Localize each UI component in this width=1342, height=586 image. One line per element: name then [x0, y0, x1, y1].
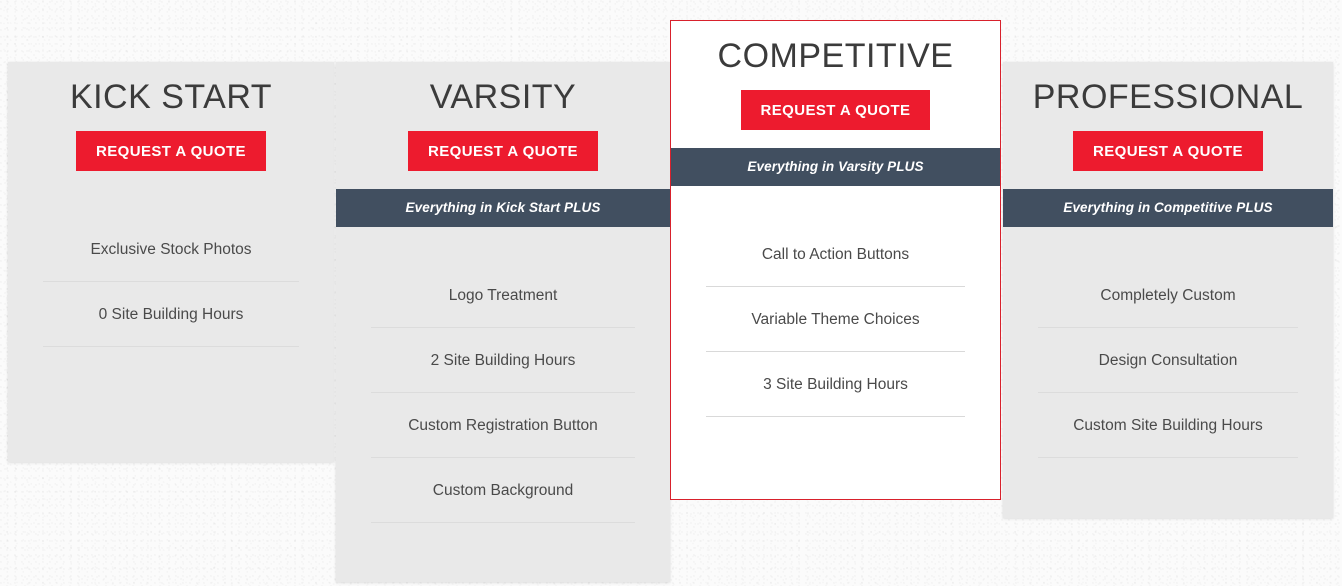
feature-item: Design Consultation: [1038, 328, 1298, 394]
feature-item: 0 Site Building Hours: [43, 282, 299, 348]
plan-gap-competitive: [671, 186, 1000, 222]
pricing-plan-kick-start: KICK START REQUEST A QUOTE Exclusive Sto…: [8, 62, 334, 462]
plus-bar-varsity: Everything in Kick Start PLUS: [336, 189, 670, 228]
plan-header-competitive: COMPETITIVE REQUEST A QUOTE: [671, 21, 1000, 131]
feature-item: 3 Site Building Hours: [706, 352, 965, 418]
plan-header-kick-start: KICK START REQUEST A QUOTE: [8, 62, 334, 172]
feature-list-competitive: Call to Action Buttons Variable Theme Ch…: [671, 222, 1000, 418]
feature-item: Custom Registration Button: [371, 393, 635, 459]
feature-item: Exclusive Stock Photos: [43, 217, 299, 283]
feature-item: Call to Action Buttons: [706, 222, 965, 288]
plan-title-competitive: COMPETITIVE: [717, 37, 954, 75]
plan-title-varsity: VARSITY: [429, 78, 577, 116]
plus-bar-competitive: Everything in Varsity PLUS: [671, 148, 1000, 187]
feature-item: Variable Theme Choices: [706, 287, 965, 353]
request-quote-button-kick-start[interactable]: REQUEST A QUOTE: [76, 131, 266, 172]
feature-list-professional: Completely Custom Design Consultation Cu…: [1003, 263, 1333, 459]
plan-gap-varsity: [336, 227, 670, 263]
feature-item: Logo Treatment: [371, 263, 635, 329]
plan-title-kick-start: KICK START: [69, 78, 273, 116]
pricing-plan-competitive: COMPETITIVE REQUEST A QUOTE Everything i…: [670, 20, 1001, 500]
request-quote-button-varsity[interactable]: REQUEST A QUOTE: [408, 131, 598, 172]
request-quote-button-competitive[interactable]: REQUEST A QUOTE: [740, 90, 931, 131]
plan-header-professional: PROFESSIONAL REQUEST A QUOTE: [1003, 62, 1333, 172]
feature-item: 2 Site Building Hours: [371, 328, 635, 394]
pricing-plan-varsity: VARSITY REQUEST A QUOTE Everything in Ki…: [336, 62, 670, 582]
request-quote-button-professional[interactable]: REQUEST A QUOTE: [1073, 131, 1263, 172]
feature-item: Completely Custom: [1038, 263, 1298, 329]
plus-bar-professional: Everything in Competitive PLUS: [1003, 189, 1333, 228]
plan-gap-kick-start: [8, 171, 334, 217]
feature-item: Custom Background: [371, 458, 635, 524]
pricing-plan-professional: PROFESSIONAL REQUEST A QUOTE Everything …: [1003, 62, 1333, 518]
feature-list-varsity: Logo Treatment 2 Site Building Hours Cus…: [336, 263, 670, 524]
pricing-table: KICK START REQUEST A QUOTE Exclusive Sto…: [0, 0, 1342, 586]
feature-list-kick-start: Exclusive Stock Photos 0 Site Building H…: [8, 217, 334, 348]
feature-item: Custom Site Building Hours: [1038, 393, 1298, 459]
plan-header-varsity: VARSITY REQUEST A QUOTE: [336, 62, 670, 172]
plan-title-professional: PROFESSIONAL: [1032, 78, 1304, 116]
plan-gap-professional: [1003, 227, 1333, 263]
